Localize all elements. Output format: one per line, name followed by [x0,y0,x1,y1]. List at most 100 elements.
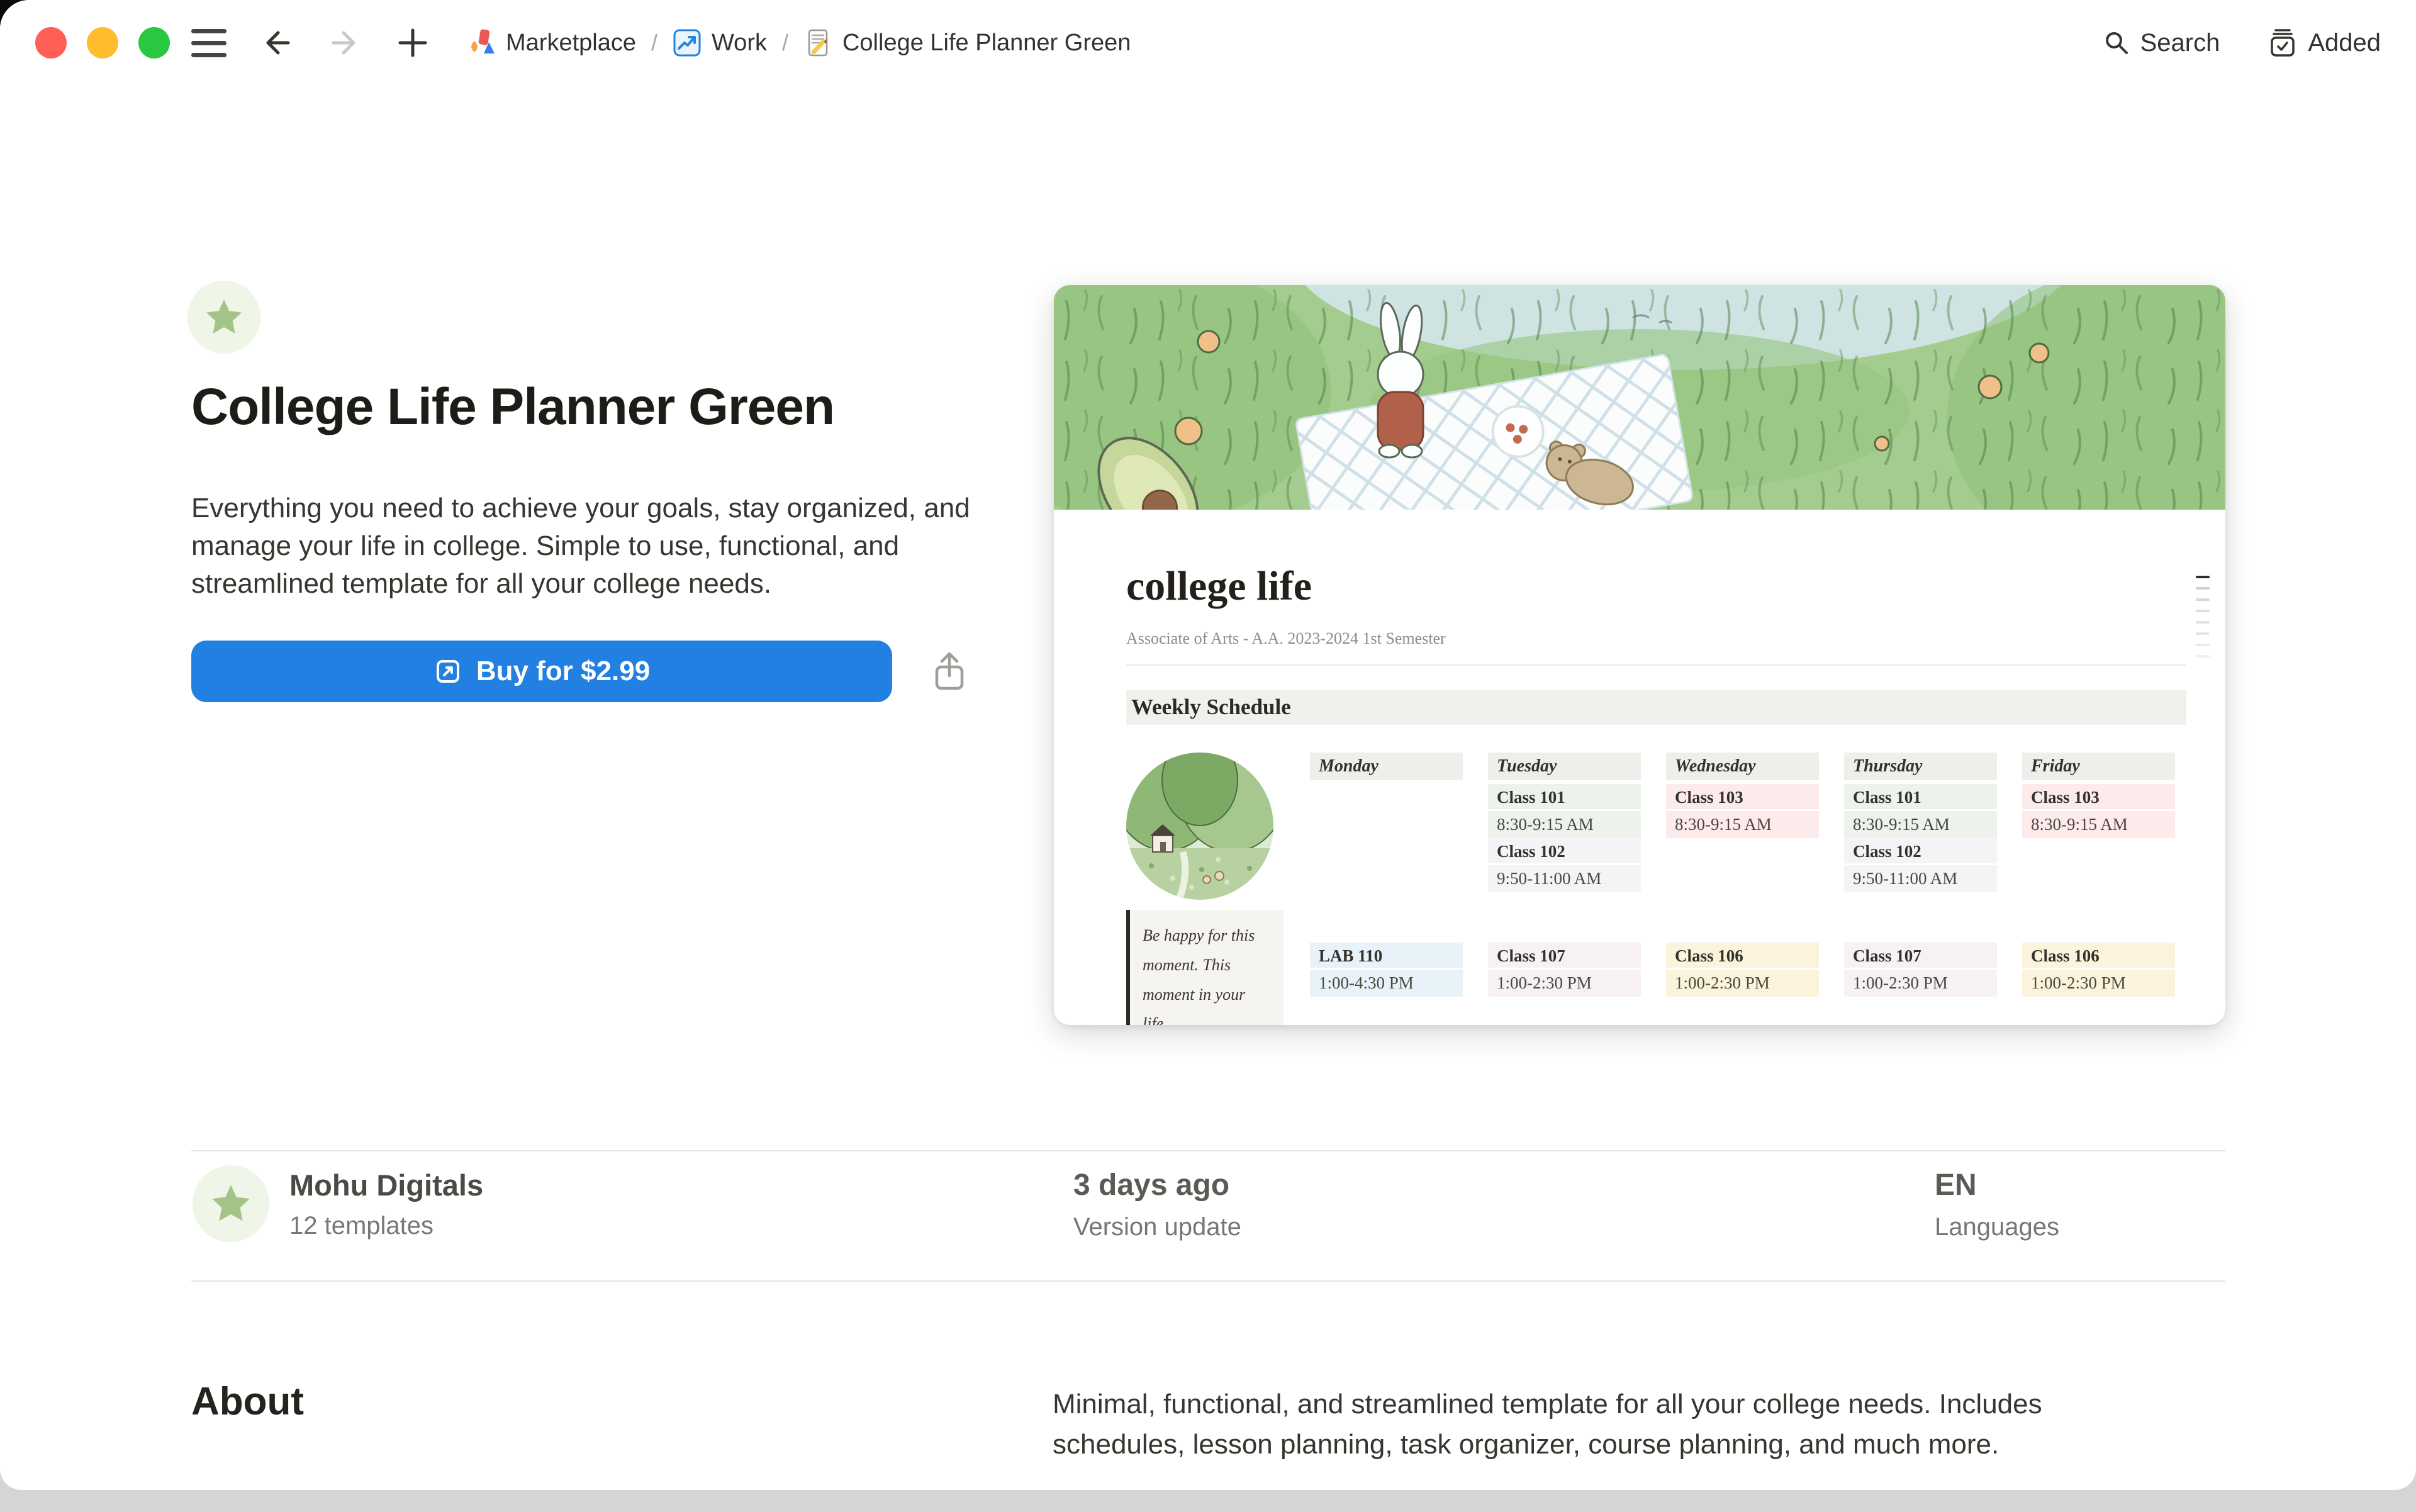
morning-slot: Class 101 8:30-9:15 AM Class 102 9:50-11… [1488,780,1641,943]
last-updated-value: 3 days ago [1073,1168,1229,1202]
about-text: Minimal, functional, and streamlined tem… [1053,1384,2166,1465]
divider [1126,664,2186,666]
class-time: 9:50-11:00 AM [1488,865,1641,892]
template-icon-badge [187,281,260,354]
class-name: Class 106 [1666,943,1819,970]
added-checkbox-icon [2268,28,2298,58]
day-header: Wednesday [1666,753,1819,780]
new-tab-button[interactable] [395,25,430,60]
zoom-window-button[interactable] [138,27,170,59]
page-outline-indicator[interactable] [2196,576,2210,666]
forest-circle-illustration [1126,753,1273,900]
preview-page-title: college life [1126,563,2186,610]
class-time: 1:00-4:30 PM [1310,970,1463,997]
class-time: 8:30-9:15 AM [1844,811,1997,838]
search-label: Search [2140,29,2220,57]
back-arrow-icon [259,25,294,60]
star-icon [209,1182,253,1226]
buy-button-label: Buy for $2.99 [476,656,650,687]
template-preview-card: college life Associate of Arts - A.A. 20… [1054,285,2225,1025]
added-label: Added [2308,29,2381,57]
topbar: Marketplace / Work / College Li [0,0,2416,86]
app-window: Marketplace / Work / College Li [0,0,2416,1490]
share-button[interactable] [926,648,973,695]
class-name: LAB 110 [1310,943,1463,970]
weekly-schedule-heading: Weekly Schedule [1126,690,2186,725]
breadcrumb-item-work[interactable]: Work [673,28,767,57]
share-icon [926,648,973,695]
close-window-button[interactable] [35,27,67,59]
class-block: Class 107 1:00-2:30 PM [1488,943,1641,997]
breadcrumb-item-marketplace[interactable]: Marketplace [467,28,636,57]
day-header: Tuesday [1488,753,1641,780]
preview-page-subtitle: Associate of Arts - A.A. 2023-2024 1st S… [1126,629,2186,648]
external-link-icon [433,657,462,686]
schedule-column-tuesday: Tuesday Class 101 8:30-9:15 AM Class 102… [1488,753,1641,1025]
breadcrumb-label: Marketplace [506,30,636,57]
work-chart-icon [673,28,702,57]
minimize-window-button[interactable] [87,27,118,59]
class-block: Class 103 8:30-9:15 AM [1666,784,1819,838]
search-icon [2103,29,2130,57]
morning-slot [1310,780,1463,943]
class-time: 1:00-2:30 PM [1666,970,1819,997]
breadcrumb: Marketplace / Work / College Li [467,28,1131,57]
creator-template-count: 12 templates [289,1212,433,1240]
star-icon [203,296,245,338]
added-button[interactable]: Added [2268,28,2381,58]
class-block: Class 101 8:30-9:15 AM [1488,784,1641,838]
schedule-column-friday: Friday Class 103 8:30-9:15 AM Class 106 … [2022,753,2175,1025]
breadcrumb-item-current-page[interactable]: College Life Planner Green [803,28,1131,57]
back-button[interactable] [259,25,294,60]
class-name: Class 106 [2022,943,2175,970]
creator-avatar[interactable] [193,1165,269,1242]
language-label: Languages [1935,1213,2059,1241]
page-title: College Life Planner Green [191,378,834,437]
schedule-column-thursday: Thursday Class 101 8:30-9:15 AM Class 10… [1844,753,1997,1025]
class-name: Class 103 [2022,784,2175,811]
breadcrumb-label: Work [712,30,767,57]
marketplace-logo-icon [467,28,496,57]
class-time: 8:30-9:15 AM [1666,811,1819,838]
breadcrumb-separator: / [782,30,788,56]
divider [191,1280,2225,1282]
class-name: Class 103 [1666,784,1819,811]
class-time: 8:30-9:15 AM [2022,811,2175,838]
schedule-side-column: Be happy for this moment. This moment in… [1126,753,1284,1025]
class-time: 1:00-2:30 PM [1488,970,1641,997]
day-header: Thursday [1844,753,1997,780]
template-meta: Mohu Digitals 12 templates 3 days ago Ve… [191,1151,2225,1280]
creator-name[interactable]: Mohu Digitals [289,1168,483,1202]
last-updated-label: Version update [1073,1213,1241,1241]
weekly-schedule-table: Be happy for this moment. This moment in… [1126,753,2186,1025]
forward-arrow-icon [327,25,362,60]
class-name: Class 102 [1844,838,1997,865]
class-time: 8:30-9:15 AM [1488,811,1641,838]
sidebar-menu-button[interactable] [191,29,226,57]
morning-slot: Class 103 8:30-9:15 AM [1666,780,1819,943]
language-value: EN [1935,1168,1977,1202]
breadcrumb-label: College Life Planner Green [842,30,1131,57]
about-heading: About [191,1379,304,1424]
class-block: Class 106 1:00-2:30 PM [2022,943,2175,997]
morning-slot: Class 101 8:30-9:15 AM Class 102 9:50-11… [1844,780,1997,943]
buy-button[interactable]: Buy for $2.99 [191,641,892,702]
cover-illustration [1054,285,2225,510]
schedule-column-monday: Monday LAB 110 1:00-4:30 PM [1310,753,1463,1025]
forward-button[interactable] [327,25,362,60]
class-name: Class 101 [1844,784,1997,811]
search-button[interactable]: Search [2103,29,2220,57]
morning-slot: Class 103 8:30-9:15 AM [2022,780,2175,943]
class-block: Class 101 8:30-9:15 AM [1844,784,1997,838]
topbar-right: Search Added [2103,28,2381,58]
schedule-column-wednesday: Wednesday Class 103 8:30-9:15 AM Class 1… [1666,753,1819,1025]
preview-page: college life Associate of Arts - A.A. 20… [1054,510,2225,1025]
breadcrumb-separator: / [651,30,657,56]
class-block: Class 103 8:30-9:15 AM [2022,784,2175,838]
class-block: Class 107 1:00-2:30 PM [1844,943,1997,997]
class-block: Class 106 1:00-2:30 PM [1666,943,1819,997]
class-time: 1:00-2:30 PM [1844,970,1997,997]
class-time: 9:50-11:00 AM [1844,865,1997,892]
class-name: Class 107 [1488,943,1641,970]
landscape-photo [1126,753,1273,900]
